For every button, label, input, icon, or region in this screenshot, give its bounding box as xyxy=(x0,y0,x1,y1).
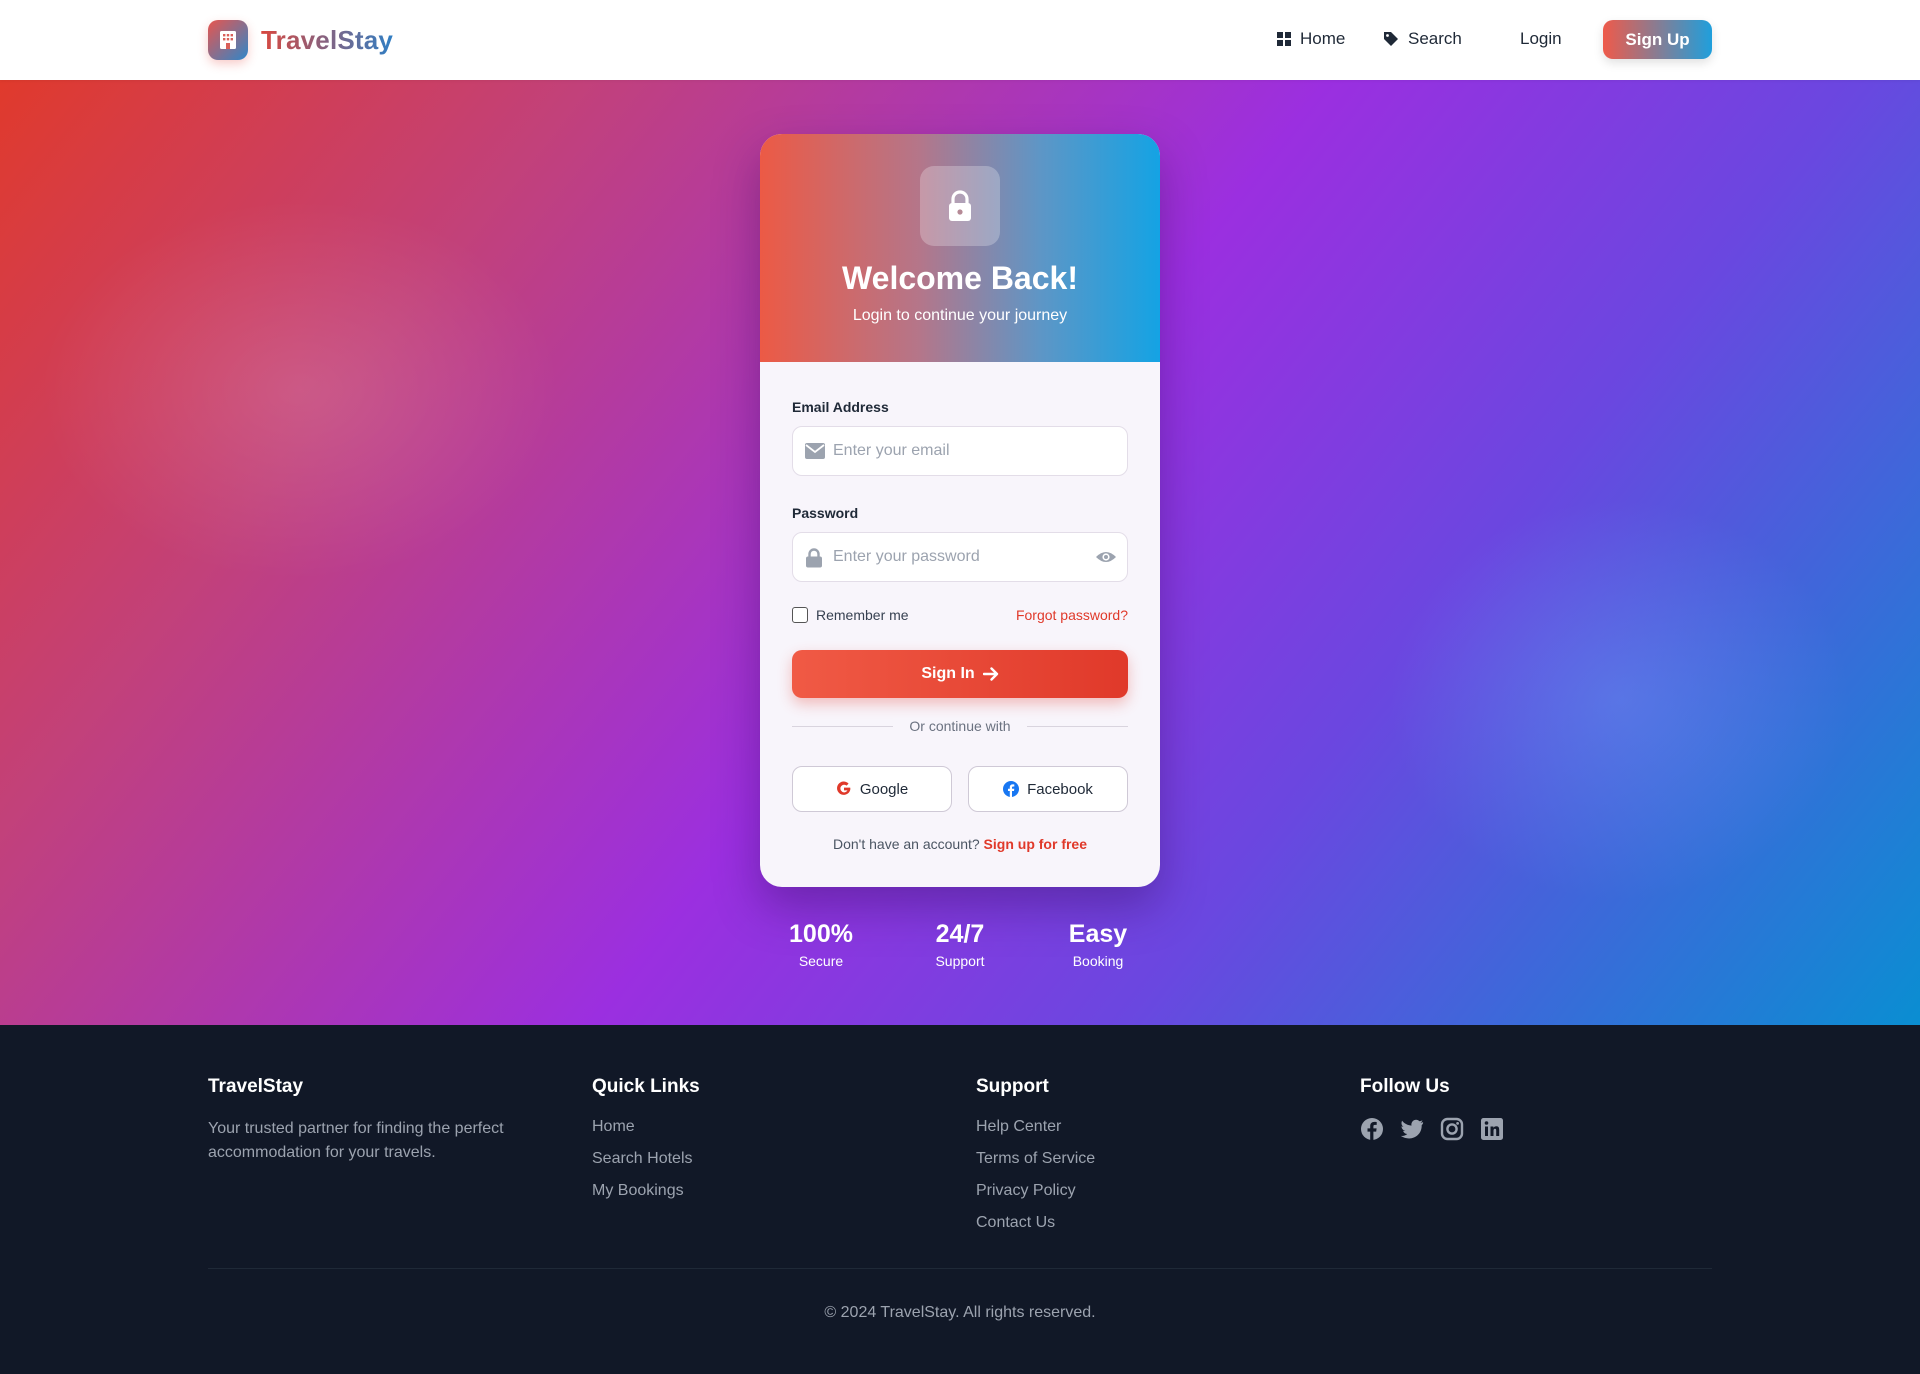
remember-label: Remember me xyxy=(816,607,909,623)
email-input[interactable] xyxy=(833,427,1073,475)
login-subtitle: Login to continue your journey xyxy=(852,307,1068,324)
footer-about: Your trusted partner for finding the per… xyxy=(208,1120,504,1161)
follow-title: Follow Us xyxy=(1360,1076,1450,1097)
instagram-icon[interactable] xyxy=(1440,1117,1464,1141)
signup-link[interactable]: Sign up for free xyxy=(984,836,1087,852)
stat-secure: 100% Secure xyxy=(766,920,876,969)
signin-button[interactable]: Sign In xyxy=(792,650,1128,698)
footer-divider xyxy=(208,1268,1712,1269)
quick-links-list: Home Search Hotels My Bookings xyxy=(592,1117,693,1213)
login-title: Welcome Back! xyxy=(842,260,1078,296)
stat-booking: Easy Booking xyxy=(1043,920,1153,969)
stat-value: 100% xyxy=(789,920,853,948)
stat-value: 24/7 xyxy=(935,920,985,948)
lock-icon xyxy=(920,166,1000,246)
facebook-icon[interactable] xyxy=(1360,1117,1384,1141)
nav-home-label: Home xyxy=(1300,29,1346,48)
remember-me[interactable]: Remember me xyxy=(792,607,909,623)
password-field[interactable] xyxy=(792,532,1128,582)
stat-label: Support xyxy=(935,953,985,969)
brand-name: TravelStay xyxy=(261,24,394,55)
envelope-icon xyxy=(805,443,825,459)
arrow-right-icon xyxy=(982,667,998,681)
copyright-text: © 2024 TravelStay. All rights reserved. xyxy=(824,1304,1096,1321)
support-title: Support xyxy=(976,1076,1049,1097)
support-links-list: Help Center Terms of Service Privacy Pol… xyxy=(976,1117,1095,1245)
brand-logo-link[interactable]: TravelStay xyxy=(208,20,393,60)
facebook-login-button[interactable]: Facebook xyxy=(968,766,1128,812)
stat-value: Easy xyxy=(1068,920,1128,948)
footer-link-privacy[interactable]: Privacy Policy xyxy=(976,1181,1095,1201)
login-form: Email Address Password Remember me xyxy=(760,362,1160,887)
forgot-password-link[interactable]: Forgot password? xyxy=(1016,607,1128,623)
stat-support: 24/7 Support xyxy=(905,920,1015,969)
nav-search-label: Search xyxy=(1408,29,1462,48)
signin-label: Sign In xyxy=(921,665,975,682)
tag-icon xyxy=(1384,32,1398,46)
footer-link-help-center[interactable]: Help Center xyxy=(976,1117,1095,1137)
quick-links-title: Quick Links xyxy=(592,1076,700,1097)
divider-text: Or continue with xyxy=(760,718,1160,734)
footer-link-home[interactable]: Home xyxy=(592,1117,693,1137)
no-account-text: Don't have an account? xyxy=(832,836,980,852)
facebook-label: Facebook xyxy=(1027,780,1093,798)
nav-login-label: Login xyxy=(1520,29,1562,48)
google-icon xyxy=(836,781,851,795)
remember-checkbox[interactable] xyxy=(792,607,808,623)
google-login-button[interactable]: Google xyxy=(792,766,952,812)
email-label: Email Address xyxy=(792,399,889,415)
login-card: Welcome Back! Login to continue your jou… xyxy=(760,134,1160,887)
dashboard-icon xyxy=(1277,32,1291,46)
eye-icon[interactable] xyxy=(1095,549,1117,565)
site-footer: TravelStay Your trusted partner for find… xyxy=(0,1025,1920,1374)
footer-link-search-hotels[interactable]: Search Hotels xyxy=(592,1149,693,1169)
twitter-icon[interactable] xyxy=(1400,1117,1424,1141)
signup-button[interactable]: Sign Up xyxy=(1603,20,1712,59)
padlock-icon xyxy=(806,548,822,568)
linkedin-icon[interactable] xyxy=(1480,1117,1504,1141)
footer-link-contact[interactable]: Contact Us xyxy=(976,1213,1095,1233)
password-label: Password xyxy=(792,505,859,521)
signup-prompt: Don't have an account? Sign up for free xyxy=(760,836,1160,852)
nav-search[interactable]: Search xyxy=(1383,20,1462,58)
google-label: Google xyxy=(859,780,909,798)
footer-brand: TravelStay xyxy=(208,1076,304,1097)
nav-home[interactable]: Home xyxy=(1277,20,1345,58)
stat-label: Secure xyxy=(798,953,844,969)
hotel-icon xyxy=(208,20,248,60)
divider-label: Or continue with xyxy=(893,718,1027,734)
footer-link-my-bookings[interactable]: My Bookings xyxy=(592,1181,693,1201)
stat-label: Booking xyxy=(1072,953,1124,969)
top-navbar: TravelStay Home Search Login Sign Up xyxy=(0,0,1920,80)
email-field[interactable] xyxy=(792,426,1128,476)
social-links xyxy=(1360,1117,1520,1141)
facebook-icon xyxy=(1003,781,1020,797)
footer-link-terms[interactable]: Terms of Service xyxy=(976,1149,1095,1169)
nav-login[interactable]: Login xyxy=(1520,20,1562,58)
login-card-header: Welcome Back! Login to continue your jou… xyxy=(760,134,1160,362)
password-input[interactable] xyxy=(833,533,1073,581)
